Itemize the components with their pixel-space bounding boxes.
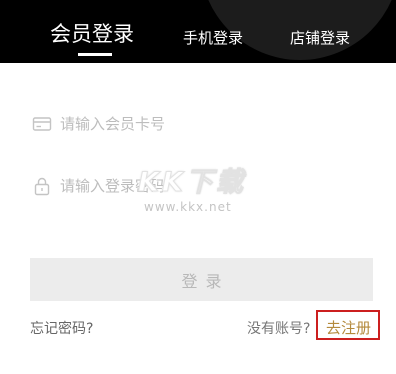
register-highlight-box: 去注册: [316, 310, 380, 340]
password-field: [32, 172, 372, 202]
member-card-input[interactable]: [60, 110, 360, 138]
tab-store-login[interactable]: 店铺登录: [290, 27, 350, 48]
tab-phone-login[interactable]: 手机登录: [183, 27, 243, 48]
tab-member-login[interactable]: 会员登录: [50, 18, 134, 48]
password-input[interactable]: [60, 172, 360, 200]
watermark-url: www.kkx.net: [144, 200, 232, 214]
card-icon: [32, 114, 52, 134]
register-link[interactable]: 去注册: [326, 317, 371, 338]
login-button[interactable]: 登录: [30, 258, 373, 301]
member-card-field: [32, 110, 372, 140]
forgot-password-link[interactable]: 忘记密码?: [30, 318, 93, 338]
login-tab-bar: 会员登录 手机登录 店铺登录: [0, 0, 396, 63]
no-account-label: 没有账号?: [247, 321, 311, 337]
active-tab-indicator: [78, 53, 112, 56]
lock-icon: [32, 176, 52, 196]
